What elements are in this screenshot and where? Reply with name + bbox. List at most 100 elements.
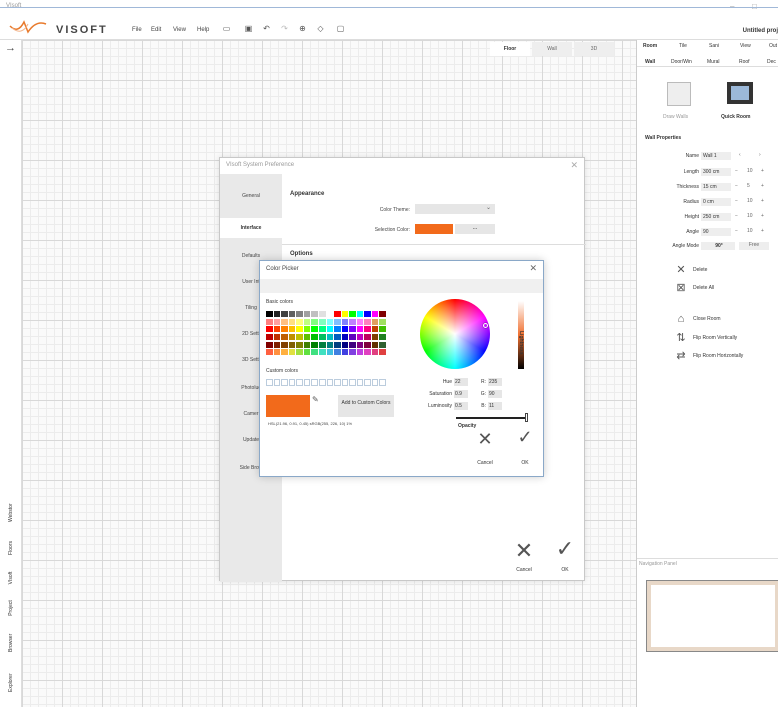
sidebar-tab-browser[interactable]: Browser — [8, 634, 14, 652]
basic-color-swatch[interactable] — [334, 311, 341, 317]
flip-vertical-action[interactable]: Flip Room Vertically — [693, 335, 737, 341]
basic-color-swatch[interactable] — [334, 341, 341, 348]
length-field[interactable]: 300 cm — [701, 168, 731, 176]
quick-room-label[interactable]: Quick Room — [721, 114, 750, 120]
opacity-slider-track[interactable] — [456, 417, 528, 419]
basic-color-swatch[interactable] — [341, 349, 349, 356]
pref-tab-interface[interactable]: Interface — [220, 218, 282, 238]
basic-color-swatch[interactable] — [296, 349, 303, 356]
custom-color-swatch[interactable] — [341, 379, 349, 386]
basic-color-swatch[interactable] — [266, 349, 273, 356]
add-to-custom-colors-button[interactable]: Add to Custom Colors — [338, 395, 394, 417]
decrement-button[interactable]: − — [735, 168, 738, 174]
custom-color-swatch[interactable] — [334, 379, 341, 386]
subtab-door-win[interactable]: Door/Win — [671, 59, 692, 65]
tab-room[interactable]: Room — [643, 43, 657, 49]
menu-file[interactable]: File — [132, 27, 142, 33]
close-icon[interactable]: ✕ — [529, 263, 537, 274]
color-wheel[interactable] — [420, 299, 490, 369]
basic-color-swatch[interactable] — [303, 349, 311, 356]
angle-mode-90-button[interactable]: 90° — [701, 242, 735, 250]
basic-color-swatch[interactable] — [281, 349, 288, 356]
basic-color-swatch[interactable] — [371, 349, 379, 356]
basic-color-swatch[interactable] — [341, 341, 349, 348]
delete-action[interactable]: Delete — [693, 267, 707, 273]
custom-color-swatch[interactable] — [326, 379, 334, 386]
prev-button[interactable]: ‹ — [739, 152, 741, 158]
menu-view[interactable]: View — [173, 27, 186, 33]
basic-color-swatch[interactable] — [349, 318, 356, 325]
basic-color-swatch[interactable] — [296, 341, 303, 348]
hue-field[interactable]: 22 — [454, 378, 468, 386]
basic-color-swatch[interactable] — [296, 326, 303, 333]
b-field[interactable]: 11 — [488, 402, 502, 410]
custom-color-swatch[interactable] — [349, 379, 356, 386]
x-icon[interactable]: ✕ — [675, 264, 687, 276]
increment-button[interactable]: + — [761, 213, 764, 219]
basic-color-swatch[interactable] — [273, 333, 281, 340]
ok-button[interactable]: OK — [550, 567, 580, 573]
radius-field[interactable]: 0 cm — [701, 198, 731, 206]
custom-color-swatch[interactable] — [281, 379, 288, 386]
increment-button[interactable]: + — [761, 198, 764, 204]
basic-color-swatch[interactable] — [303, 333, 311, 340]
basic-color-swatch[interactable] — [303, 318, 311, 325]
basic-color-swatch[interactable] — [334, 349, 341, 356]
basic-color-swatch[interactable] — [266, 333, 273, 340]
r-field[interactable]: 235 — [488, 378, 502, 386]
tab-wall[interactable]: Wall — [532, 42, 572, 56]
basic-color-swatch[interactable] — [318, 326, 326, 333]
basic-color-swatch[interactable] — [311, 311, 318, 317]
basic-color-swatch[interactable] — [281, 326, 288, 333]
subtab-dec[interactable]: Dec — [767, 59, 776, 65]
quick-room-icon[interactable] — [727, 82, 753, 104]
rotate-icon[interactable]: ◇ — [316, 24, 325, 33]
cancel-button[interactable]: Cancel — [470, 460, 500, 466]
basic-color-swatch[interactable] — [371, 318, 379, 325]
basic-color-swatch[interactable] — [266, 326, 273, 333]
subtab-roof[interactable]: Roof — [739, 59, 750, 65]
basic-color-swatch[interactable] — [273, 349, 281, 356]
subtab-wall[interactable]: Wall — [645, 59, 655, 65]
custom-color-swatch[interactable] — [296, 379, 303, 386]
expand-arrow-icon[interactable]: → — [5, 42, 16, 54]
basic-color-swatch[interactable] — [364, 318, 371, 325]
height-field[interactable]: 250 cm — [701, 213, 731, 221]
menu-help[interactable]: Help — [197, 27, 209, 33]
decrement-button[interactable]: − — [735, 228, 738, 234]
close-room-icon[interactable]: ⌂ — [675, 313, 687, 325]
basic-color-swatch[interactable] — [288, 311, 296, 317]
basic-color-swatch[interactable] — [266, 311, 273, 317]
undo-icon[interactable]: ↶ — [262, 24, 271, 33]
basic-color-swatch[interactable] — [281, 318, 288, 325]
basic-color-swatch[interactable] — [326, 318, 334, 325]
flip-vertical-icon[interactable]: ⇅ — [675, 332, 687, 344]
basic-color-swatch[interactable] — [349, 341, 356, 348]
delete-all-action[interactable]: Delete All — [693, 285, 714, 291]
basic-color-swatch[interactable] — [296, 311, 303, 317]
basic-color-swatch[interactable] — [318, 341, 326, 348]
basic-color-swatch[interactable] — [356, 311, 364, 317]
subtab-mural[interactable]: Mural — [707, 59, 720, 65]
custom-color-swatch[interactable] — [364, 379, 371, 386]
tab-out[interactable]: Out — [769, 43, 777, 49]
menu-edit[interactable]: Edit — [151, 27, 161, 33]
basic-color-swatch[interactable] — [341, 326, 349, 333]
thickness-field[interactable]: 15 cm — [701, 183, 731, 191]
custom-color-swatch[interactable] — [356, 379, 364, 386]
basic-color-swatch[interactable] — [326, 333, 334, 340]
tab-sani[interactable]: Sani — [709, 43, 719, 49]
custom-color-swatch[interactable] — [303, 379, 311, 386]
basic-color-swatch[interactable] — [349, 349, 356, 356]
basic-color-swatch[interactable] — [273, 318, 281, 325]
selection-color-button[interactable]: ... — [455, 224, 495, 234]
basic-color-swatch[interactable] — [273, 311, 281, 317]
basic-color-swatch[interactable] — [296, 333, 303, 340]
tab-tile[interactable]: Tile — [679, 43, 687, 49]
basic-color-swatch[interactable] — [318, 333, 326, 340]
ok-icon[interactable]: ✓ — [550, 536, 580, 562]
basic-color-swatch[interactable] — [379, 341, 386, 348]
basic-color-swatch[interactable] — [326, 326, 334, 333]
eyedropper-icon[interactable]: ✎ — [312, 395, 319, 404]
sidebar-tab-explorer[interactable]: Explorer — [8, 673, 14, 692]
